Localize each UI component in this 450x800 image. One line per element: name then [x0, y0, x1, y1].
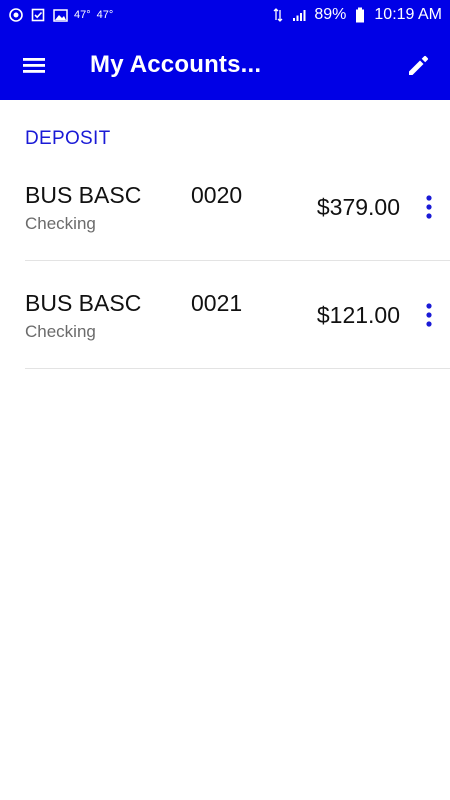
status-bar: 47° 47° 89% 10:19 AM: [0, 0, 450, 30]
account-number: 0020: [191, 182, 243, 208]
menu-button[interactable]: [20, 52, 48, 78]
account-type: Checking: [25, 214, 96, 233]
section-header-deposit: DEPOSIT: [25, 128, 111, 149]
account-number: 0021: [191, 290, 243, 316]
more-vertical-icon: [426, 303, 432, 327]
task-check-icon: [30, 7, 46, 23]
row-divider: [25, 260, 450, 261]
more-vertical-icon: [426, 195, 432, 219]
battery-icon: [352, 7, 368, 23]
account-name: BUS BASC: [25, 182, 142, 208]
account-name: BUS BASC: [25, 290, 142, 316]
page-title: My Accounts...: [90, 51, 262, 78]
temperature-2: 47°: [96, 9, 114, 21]
image-icon: [52, 7, 68, 23]
account-type: Checking: [25, 322, 96, 341]
data-transfer-icon: [270, 7, 286, 23]
hamburger-menu-icon: [23, 58, 45, 73]
account-options-button[interactable]: [418, 193, 440, 221]
pencil-icon: [409, 55, 429, 75]
clock: 10:19 AM: [374, 6, 442, 23]
status-right: 89% 10:19 AM: [270, 6, 442, 24]
battery-percent: 89%: [314, 6, 347, 23]
signal-icon: [292, 7, 308, 23]
status-left: 47° 47°: [8, 7, 113, 23]
edit-button[interactable]: [404, 50, 434, 80]
account-balance: $121.00: [316, 302, 400, 328]
app-bar: My Accounts...: [0, 30, 450, 100]
account-balance: $379.00: [316, 194, 400, 220]
account-options-button[interactable]: [418, 301, 440, 329]
account-row[interactable]: BUS BASC Checking 0020 $379.00: [0, 160, 450, 268]
location-icon: [8, 7, 24, 23]
row-divider: [25, 368, 450, 369]
account-row[interactable]: BUS BASC Checking 0021 $121.00: [0, 268, 450, 376]
temperature-1: 47°: [74, 9, 91, 21]
